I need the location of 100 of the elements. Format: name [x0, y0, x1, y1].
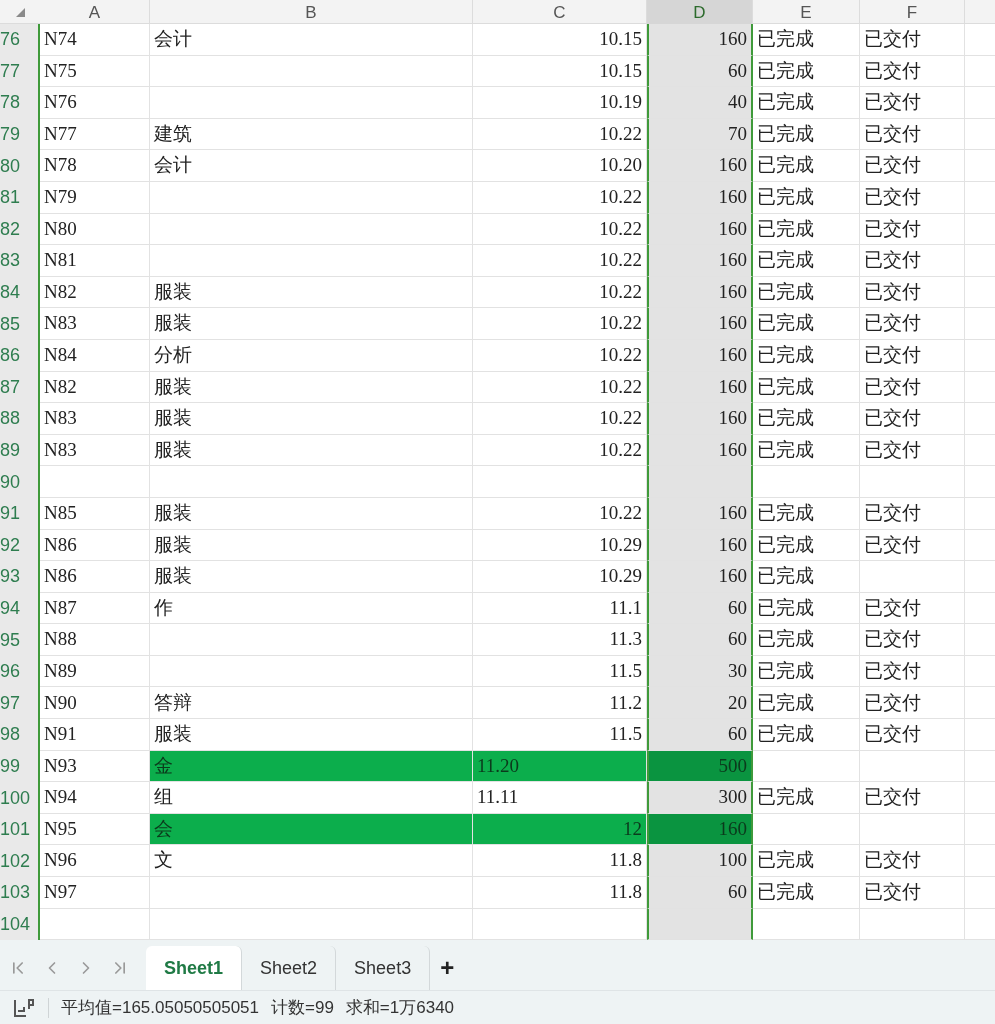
table-cell: 已交付 — [860, 497, 965, 530]
table-cell: 已完成 — [753, 561, 860, 593]
row-number: 101 — [0, 818, 31, 842]
table-cell: 160 — [647, 529, 753, 562]
column-header[interactable]: D — [647, 0, 753, 26]
table-cell: 已完成 — [753, 845, 860, 878]
table-cell: 已交付 — [860, 150, 965, 182]
table-cell: N83 — [40, 403, 150, 435]
row-number: 78 — [0, 91, 21, 115]
table-cell: 160 — [647, 276, 753, 309]
table-cell: 160 — [647, 434, 753, 467]
table-cell: N89 — [40, 655, 150, 688]
table-cell: 60 — [647, 592, 753, 625]
table-cell: 已交付 — [860, 434, 965, 467]
table-cell: N86 — [40, 529, 150, 562]
table-cell: 会 — [150, 813, 473, 846]
table-cell: 已交付 — [860, 55, 965, 88]
table-cell: 分析 — [150, 339, 473, 372]
row-number: 96 — [0, 660, 21, 684]
table-cell: 60 — [647, 624, 753, 656]
table-cell: 会计 — [150, 24, 473, 56]
table-cell: 160 — [647, 339, 753, 372]
table-cell: 服装 — [150, 308, 473, 340]
table-cell: N75 — [40, 55, 150, 88]
table-cell: 服装 — [150, 276, 473, 309]
table-cell: N87 — [40, 592, 150, 625]
row-number: 86 — [0, 344, 21, 368]
table-cell: N82 — [40, 371, 150, 404]
table-cell: 11.20 — [473, 750, 647, 783]
table-cell: 160 — [647, 24, 753, 56]
table-cell: 11.8 — [473, 845, 647, 878]
table-cell: 已完成 — [753, 434, 860, 467]
table-cell: 10.22 — [473, 118, 647, 151]
table-cell: 已交付 — [860, 371, 965, 404]
table-cell: 10.22 — [473, 181, 647, 214]
status-sum: 求和=1万6340 — [345, 996, 455, 1019]
table-cell: 已完成 — [753, 118, 860, 151]
table-cell: 服装 — [150, 529, 473, 562]
table-cell: 已交付 — [860, 655, 965, 688]
table-cell: 已完成 — [753, 529, 860, 562]
table-cell: N84 — [40, 339, 150, 372]
table-cell: 已交付 — [860, 845, 965, 878]
table-cell: 建筑 — [150, 118, 473, 151]
table-cell: 160 — [647, 150, 753, 182]
table-cell: N74 — [40, 24, 150, 56]
table-cell: N94 — [40, 782, 150, 814]
table-cell: 160 — [647, 245, 753, 277]
table-cell: 已交付 — [860, 87, 965, 119]
table-cell: 已交付 — [860, 529, 965, 562]
row-number: 99 — [0, 754, 21, 778]
table-cell: N80 — [40, 213, 150, 246]
select-all-icon[interactable] — [15, 8, 25, 18]
row-number: 79 — [0, 123, 21, 147]
add-sheet-button[interactable]: + — [430, 946, 465, 991]
table-cell: 160 — [647, 813, 753, 846]
row-number: 98 — [0, 723, 21, 747]
table-cell: 已完成 — [753, 655, 860, 688]
row-number: 80 — [0, 154, 21, 178]
status-average: 平均值=165.05050505051 — [61, 996, 259, 1019]
table-cell: 10.22 — [473, 213, 647, 246]
table-cell: 10.22 — [473, 308, 647, 340]
table-cell: 已完成 — [753, 371, 860, 404]
table-cell: N96 — [40, 845, 150, 878]
table-cell: 11.8 — [473, 877, 647, 909]
table-cell: 11.5 — [473, 719, 647, 751]
row-number: 84 — [0, 281, 21, 305]
table-cell: 40 — [647, 87, 753, 119]
table-cell: 10.22 — [473, 276, 647, 309]
row-number: 83 — [0, 249, 21, 273]
row-number: 93 — [0, 565, 21, 589]
table-cell: 服装 — [150, 719, 473, 751]
table-cell: 10.29 — [473, 561, 647, 593]
table-cell: 60 — [647, 55, 753, 88]
sheet-tab[interactable]: Sheet1 — [146, 946, 243, 991]
table-cell: 已完成 — [753, 339, 860, 372]
row-number: 103 — [0, 881, 31, 905]
table-cell: 已交付 — [860, 245, 965, 277]
macro-icon[interactable] — [12, 996, 36, 1019]
table-cell: N83 — [40, 308, 150, 340]
table-cell: 金 — [150, 750, 473, 783]
table-cell: 已交付 — [860, 339, 965, 372]
table-cell: 已完成 — [753, 245, 860, 277]
table-cell: 11.2 — [473, 687, 647, 720]
table-cell: 已完成 — [753, 24, 860, 56]
table-cell: 10.19 — [473, 87, 647, 119]
table-cell: 已完成 — [753, 877, 860, 909]
table-cell: N78 — [40, 150, 150, 182]
table-cell: 已交付 — [860, 624, 965, 656]
table-cell: 已交付 — [860, 181, 965, 214]
table-cell: N83 — [40, 434, 150, 467]
table-cell: N95 — [40, 813, 150, 846]
table-cell: 答辩 — [150, 687, 473, 720]
row-number: 97 — [0, 691, 21, 715]
table-cell: 已交付 — [860, 877, 965, 909]
table-cell: N81 — [40, 245, 150, 277]
row-number: 82 — [0, 217, 21, 241]
table-cell: 已交付 — [860, 213, 965, 246]
table-cell: 11.3 — [473, 624, 647, 656]
table-cell: 服装 — [150, 371, 473, 404]
table-cell: N85 — [40, 497, 150, 530]
